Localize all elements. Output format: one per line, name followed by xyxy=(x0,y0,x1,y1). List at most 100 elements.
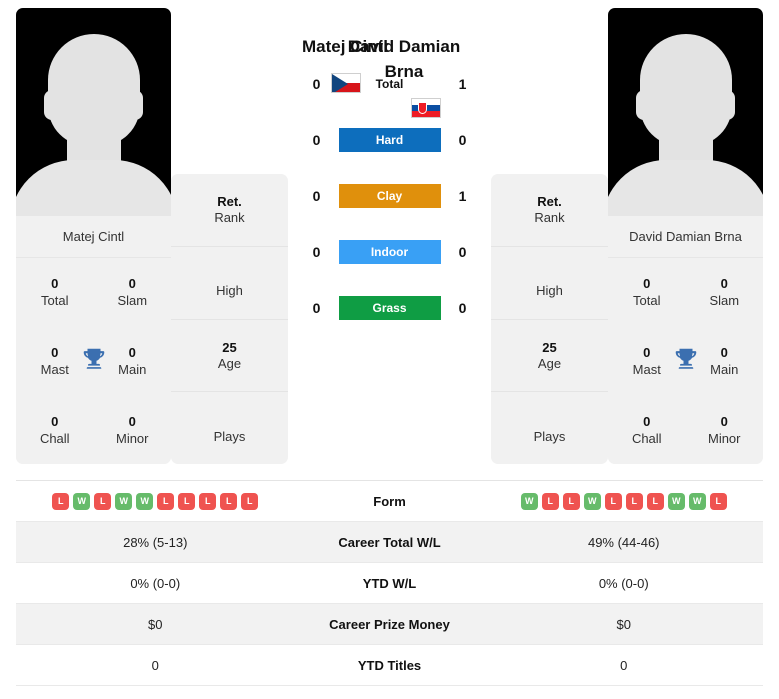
title-label: Minor xyxy=(115,430,149,446)
form-badge-w: W xyxy=(667,492,685,510)
silhouette-body-icon xyxy=(16,160,171,216)
surface-score-left: 0 xyxy=(312,244,321,260)
trophy-icon xyxy=(673,346,699,377)
rank-label: Rank xyxy=(534,210,565,226)
form-badge-l: L xyxy=(178,492,196,510)
surface-row-clay: 0 Clay 1 xyxy=(307,176,473,216)
info-card-right: Ret. Rank High 25 Age Plays xyxy=(491,174,608,464)
row-label-career-prize-money: Career Prize Money xyxy=(329,616,450,632)
title-value: 0 xyxy=(643,344,651,360)
trophy-icon xyxy=(81,346,107,377)
player-card-name-left: Matej Cintl xyxy=(16,216,171,258)
title-cell-chall-right: 0 Chall xyxy=(608,395,686,464)
surface-score-right: 0 xyxy=(458,300,467,316)
info-card-left: Ret. Rank High 25 Age Plays xyxy=(171,174,288,464)
titles-grid-left: 0 Total 0 Slam 0 Mast 0 Main 0 Chall 0 M… xyxy=(16,258,171,464)
title-cell-minor-right: 0 Minor xyxy=(686,395,764,464)
player-avatar-right xyxy=(608,8,763,216)
table-row-career-total-wl: 28% (5-13) Career Total W/L 49% (44-46) xyxy=(16,522,763,563)
career-total-wl-left: 28% (5-13) xyxy=(123,534,188,550)
title-cell-total-left: 0 Total xyxy=(16,258,94,327)
form-badge-w: W xyxy=(73,492,91,510)
player-comparison-page: Matej Cintl 0 Total 0 Slam 0 Mast 0 Main xyxy=(0,0,779,699)
title-value: 0 xyxy=(720,413,728,429)
form-badge-w: W xyxy=(583,492,601,510)
surface-score-right: 0 xyxy=(458,244,467,260)
title-label: Slam xyxy=(117,293,148,309)
ytd-wl-left: 0% (0-0) xyxy=(130,575,181,591)
career-prize-money-left: $0 xyxy=(148,616,163,632)
player-card-name-right: David Damian Brna xyxy=(608,216,763,258)
row-label-ytd-wl: YTD W/L xyxy=(362,575,417,591)
form-badge-l: L xyxy=(241,492,259,510)
plays-label: Plays xyxy=(533,428,566,444)
plays-label: Plays xyxy=(213,428,246,444)
center-column: Matej Cintl David Damian Brna 0 Total 1 xyxy=(288,8,491,472)
career-total-wl-right: 49% (44-46) xyxy=(587,534,660,550)
form-badge-l: L xyxy=(646,492,664,510)
titles-grid-right: 0 Total 0 Slam 0 Mast 0 Main 0 Chall 0 M… xyxy=(608,258,763,464)
surface-label-total: Total xyxy=(375,77,404,91)
silhouette-ear-right-icon xyxy=(719,90,735,120)
title-label: Chall xyxy=(631,430,662,446)
title-label: Mast xyxy=(632,361,661,377)
form-badge-l: L xyxy=(199,492,217,510)
rank-label: Rank xyxy=(214,210,245,226)
surface-label-grass[interactable]: Grass xyxy=(338,296,441,320)
info-row-rank-right: Ret. Rank xyxy=(491,174,608,247)
title-value: 0 xyxy=(128,344,136,360)
high-label: High xyxy=(216,283,243,299)
surface-label-clay[interactable]: Clay xyxy=(338,184,441,208)
high-label: High xyxy=(536,283,563,299)
info-row-age-left: 25 Age xyxy=(171,320,288,393)
title-value: 0 xyxy=(720,276,728,292)
player-card-left[interactable]: Matej Cintl 0 Total 0 Slam 0 Mast 0 Main xyxy=(16,8,171,464)
top-section: Matej Cintl 0 Total 0 Slam 0 Mast 0 Main xyxy=(0,0,779,472)
form-badge-w: W xyxy=(115,492,133,510)
surface-score-right: 1 xyxy=(458,188,467,204)
silhouette-body-icon xyxy=(608,160,763,216)
title-cell-minor-left: 0 Minor xyxy=(94,395,172,464)
ytd-titles-right: 0 xyxy=(620,657,628,673)
surface-row-total: 0 Total 1 xyxy=(307,64,473,104)
ytd-titles-left: 0 xyxy=(151,657,159,673)
form-badge-w: W xyxy=(136,492,154,510)
surface-label-hard[interactable]: Hard xyxy=(338,128,441,152)
title-label: Mast xyxy=(40,361,69,377)
title-value: 0 xyxy=(128,413,136,429)
surface-label-indoor[interactable]: Indoor xyxy=(338,240,441,264)
form-badges-left: LWLWWLLLLL xyxy=(16,492,295,510)
surface-row-grass: 0 Grass 0 xyxy=(307,288,473,328)
rank-value: Ret. xyxy=(217,194,242,210)
form-badges-right: WLLWLLLWWL xyxy=(485,492,764,510)
title-value: 0 xyxy=(51,276,59,292)
title-value: 0 xyxy=(128,276,136,292)
title-value: 0 xyxy=(51,344,59,360)
title-label: Main xyxy=(710,361,739,377)
title-cell-chall-left: 0 Chall xyxy=(16,395,94,464)
row-label-career-total-wl: Career Total W/L xyxy=(338,534,441,550)
age-value: 25 xyxy=(542,339,557,355)
form-badge-w: W xyxy=(688,492,706,510)
stats-comparison-table: LWLWWLLLLL Form WLLWLLLWWL 28% (5-13) Ca… xyxy=(16,480,763,686)
title-cell-total-right: 0 Total xyxy=(608,258,686,327)
title-cell-slam-right: 0 Slam xyxy=(686,258,764,327)
title-label: Total xyxy=(633,293,661,309)
form-badge-l: L xyxy=(52,492,70,510)
form-badge-l: L xyxy=(94,492,112,510)
form-badge-l: L xyxy=(709,492,727,510)
player-card-right[interactable]: David Damian Brna 0 Total 0 Slam 0 Mast … xyxy=(608,8,763,464)
info-row-high-left: High xyxy=(171,247,288,320)
surface-score-left: 0 xyxy=(312,132,321,148)
row-label-form: Form xyxy=(373,493,406,509)
silhouette-ear-left-icon xyxy=(44,90,60,120)
silhouette-ear-right-icon xyxy=(127,90,143,120)
info-row-high-right: High xyxy=(491,247,608,320)
info-row-rank-left: Ret. Rank xyxy=(171,174,288,247)
title-label: Minor xyxy=(707,430,741,446)
form-badge-l: L xyxy=(541,492,559,510)
table-row-ytd-titles: 0 YTD Titles 0 xyxy=(16,645,763,686)
age-label: Age xyxy=(537,355,562,371)
surface-row-indoor: 0 Indoor 0 xyxy=(307,232,473,272)
title-label: Chall xyxy=(39,430,70,446)
